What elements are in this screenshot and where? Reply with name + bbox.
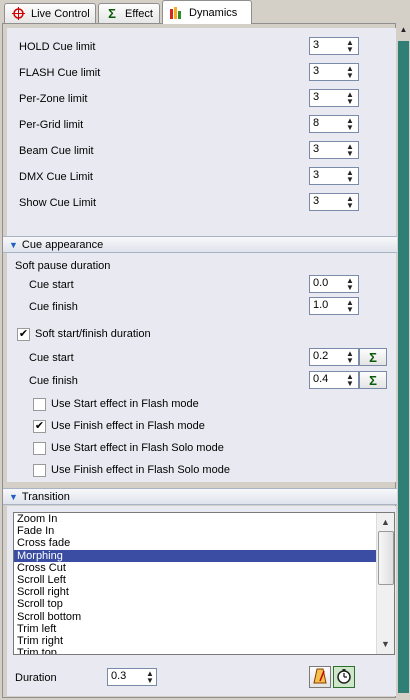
tab-bar: Live Control Σ Effect Dynamics [0, 0, 410, 24]
finish-flash-solo-mode-label: Use Finish effect in Flash Solo mode [51, 464, 230, 476]
transition-item[interactable]: Scroll top [14, 598, 394, 610]
panel-scroll-thumb[interactable] [398, 41, 409, 693]
cue-limits-section: HOLD Cue limit 3 ▲ ▼ FLASH Cue limit 3 ▲ ▼… [7, 28, 396, 258]
soft-cue-finish-spinner[interactable]: ▲ ▼ [343, 371, 357, 389]
transition-item[interactable]: Scroll Left [14, 574, 394, 586]
scroll-up-icon[interactable]: ▲ [398, 25, 409, 39]
finish-effect-button[interactable]: Σ [359, 371, 387, 389]
cue-appearance-section: Soft pause duration Cue start 0.0 ▲ ▼ Cue… [7, 254, 396, 482]
metronome-button[interactable] [309, 666, 331, 688]
collapse-triangle-icon: ▼ [9, 239, 18, 250]
flash-cue-limit-label: FLASH Cue limit [19, 67, 101, 79]
transition-item[interactable]: Trim left [14, 623, 394, 635]
show-cue-limit-label: Show Cue Limit [19, 197, 97, 209]
transition-list-scrollbar[interactable]: ▲ ▼ [376, 513, 394, 654]
scroll-up-icon[interactable]: ▲ [381, 517, 390, 527]
transition-section: Zoom In Fade In Cross fade Morphing Cross Cu… [7, 506, 396, 696]
dmx-cue-limit-label: DMX Cue Limit [19, 171, 93, 183]
transition-header[interactable]: ▼ Transition [3, 488, 397, 505]
timer-button[interactable] [333, 666, 355, 688]
start-flash-mode-label: Use Start effect in Flash mode [51, 398, 199, 410]
finish-flash-solo-mode-checkbox[interactable] [33, 464, 46, 477]
cue-finish-spinner[interactable]: ▲ ▼ [343, 297, 357, 315]
transition-item[interactable]: Fade In [14, 525, 394, 537]
finish-flash-mode-checkbox[interactable]: ✔ [33, 420, 46, 433]
panel-scrollbar[interactable]: ▲ [397, 23, 410, 698]
sigma-icon: Σ [369, 372, 377, 388]
tab-label: Effect [125, 7, 153, 20]
cue-appearance-header[interactable]: ▼ Cue appearance [3, 236, 397, 253]
cue-appearance-title: Cue appearance [21, 238, 104, 251]
transition-title: Transition [21, 490, 70, 503]
hold-cue-limit-spinner[interactable]: ▲ ▼ [343, 37, 357, 55]
metronome-icon [313, 668, 327, 687]
duration-label: Duration [15, 672, 57, 684]
tab-label: Live Control [31, 7, 90, 20]
per-zone-limit-label: Per-Zone limit [19, 93, 88, 105]
tab-label: Dynamics [189, 6, 238, 19]
duration-spinner[interactable]: ▲ ▼ [143, 668, 157, 686]
dynamics-bars-icon [169, 6, 183, 20]
scroll-down-icon[interactable]: ▼ [381, 639, 390, 649]
per-grid-limit-label: Per-Grid limit [19, 119, 84, 131]
start-effect-button[interactable]: Σ [359, 348, 387, 366]
soft-pause-duration-label: Soft pause duration [15, 260, 111, 272]
soft-cue-finish-label: Cue finish [29, 375, 78, 387]
crosshair-icon [11, 7, 25, 21]
start-flash-mode-checkbox[interactable] [33, 398, 46, 411]
soft-start-finish-label: Soft start/finish duration [35, 328, 151, 340]
cue-start-label: Cue start [29, 279, 74, 291]
transition-list[interactable]: Zoom In Fade In Cross fade Morphing Cross Cu… [13, 512, 395, 655]
soft-cue-start-label: Cue start [29, 352, 74, 364]
transition-item[interactable]: Morphing [14, 549, 394, 562]
tab-live-control[interactable]: Live Control [4, 3, 96, 23]
transition-item[interactable]: Trim right [14, 635, 394, 647]
cue-start-spinner[interactable]: ▲ ▼ [343, 275, 357, 293]
sigma-icon: Σ [108, 6, 116, 21]
transition-item[interactable]: Cross fade [14, 537, 394, 549]
show-cue-limit-spinner[interactable]: ▲ ▼ [343, 193, 357, 211]
start-flash-solo-mode-checkbox[interactable] [33, 442, 46, 455]
beam-cue-limit-spinner[interactable]: ▲ ▼ [343, 141, 357, 159]
transition-list-scroll-thumb[interactable] [378, 531, 394, 585]
transition-item[interactable]: Cross Cut [14, 562, 394, 574]
dynamics-panel: HOLD Cue limit 3 ▲ ▼ FLASH Cue limit 3 ▲ ▼… [2, 23, 397, 698]
stopwatch-icon [336, 668, 352, 687]
transition-item[interactable]: Scroll bottom [14, 611, 394, 623]
per-grid-limit-spinner[interactable]: ▲ ▼ [343, 115, 357, 133]
transition-item[interactable]: Zoom In [14, 513, 394, 525]
dmx-cue-limit-spinner[interactable]: ▲ ▼ [343, 167, 357, 185]
soft-start-finish-checkbox[interactable]: ✔ [17, 328, 30, 341]
collapse-triangle-icon: ▼ [9, 491, 18, 502]
transition-item[interactable]: Scroll right [14, 586, 394, 598]
hold-cue-limit-label: HOLD Cue limit [19, 41, 96, 53]
sigma-icon: Σ [369, 349, 377, 365]
start-flash-solo-mode-label: Use Start effect in Flash Solo mode [51, 442, 224, 454]
per-zone-limit-spinner[interactable]: ▲ ▼ [343, 89, 357, 107]
tab-dynamics[interactable]: Dynamics [162, 0, 252, 24]
finish-flash-mode-label: Use Finish effect in Flash mode [51, 420, 205, 432]
transition-item[interactable]: Trim top [14, 647, 394, 654]
tab-effect[interactable]: Σ Effect [98, 3, 160, 23]
flash-cue-limit-spinner[interactable]: ▲ ▼ [343, 63, 357, 81]
cue-finish-label: Cue finish [29, 301, 78, 313]
soft-cue-start-spinner[interactable]: ▲ ▼ [343, 348, 357, 366]
beam-cue-limit-label: Beam Cue limit [19, 145, 94, 157]
